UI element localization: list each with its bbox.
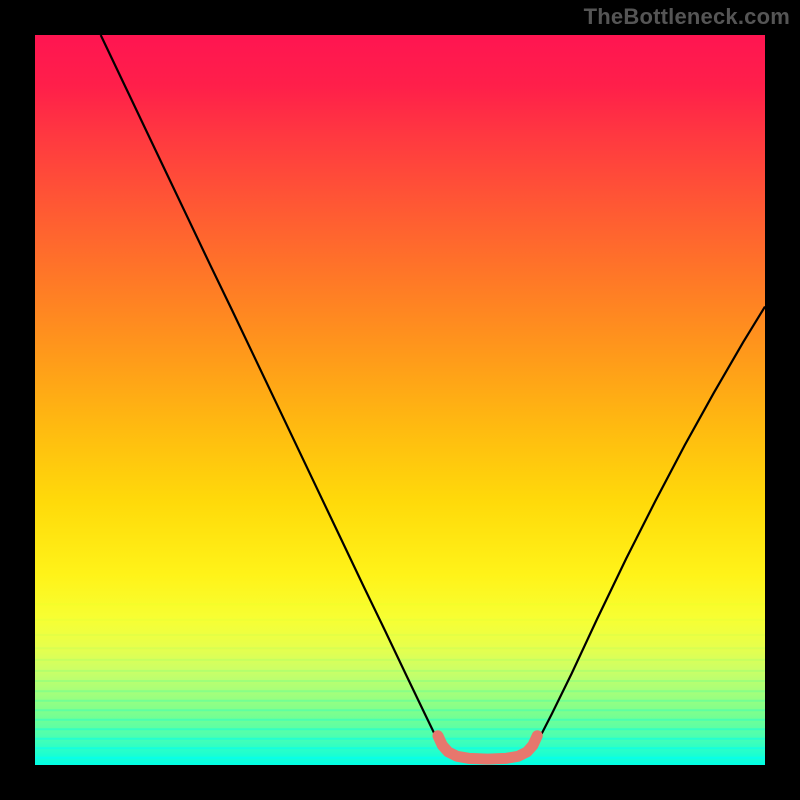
plot-area <box>35 35 765 765</box>
chart-frame: TheBottleneck.com <box>0 0 800 800</box>
watermark-text: TheBottleneck.com <box>584 4 790 30</box>
gradient-background <box>35 35 765 765</box>
